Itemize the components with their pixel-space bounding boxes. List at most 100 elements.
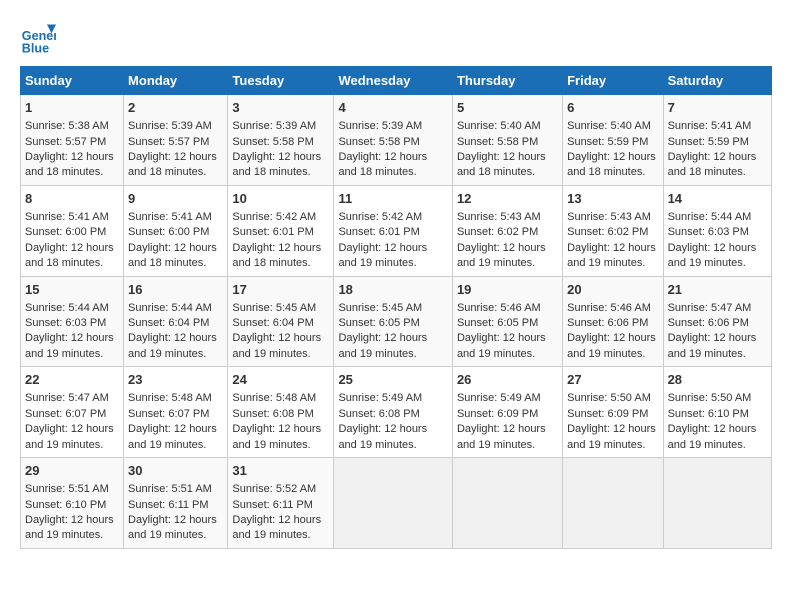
day-number: 8 [25,190,119,208]
sunrise-label: Sunrise: 5:42 AM [338,211,422,223]
sunrise-label: Sunrise: 5:48 AM [232,392,316,404]
calendar-cell: 20 Sunrise: 5:46 AM Sunset: 6:06 PM Dayligh… [563,276,663,367]
logo-icon: General Blue [20,20,56,56]
day-number: 16 [128,281,223,299]
calendar-cell: 2Sunrise: 5:39 AMSunset: 5:57 PMDaylight… [124,95,228,186]
sunset-label: Sunset: 5:58 PM [457,136,538,148]
calendar-cell: 8 Sunrise: 5:41 AM Sunset: 6:00 PM Daylight… [21,185,124,276]
day-number: 25 [338,371,448,389]
day-number: 17 [232,281,329,299]
sunset-label: Sunset: 6:09 PM [457,408,538,420]
day-header-wednesday: Wednesday [334,67,453,95]
sunrise-label: Sunrise: 5:50 AM [567,392,651,404]
sunrise-label: Sunrise: 5:51 AM [25,483,109,495]
day-number: 24 [232,371,329,389]
sunrise-label: Sunrise: 5:41 AM [25,211,109,223]
calendar-cell: 15 Sunrise: 5:44 AM Sunset: 6:03 PM Dayligh… [21,276,124,367]
daylight-label: Daylight: 12 hours and 19 minutes. [25,423,114,450]
day-number: 15 [25,281,119,299]
day-number: 2 [128,99,223,117]
calendar-cell: 17Sunrise: 5:45 AMSunset: 6:04 PMDayligh… [228,276,334,367]
sunset-label: Sunset: 5:59 PM [567,136,648,148]
day-number: 3 [232,99,329,117]
sunrise-label: Sunrise: 5:39 AM [128,120,212,132]
daylight-label: Daylight: 12 hours and 19 minutes. [338,242,427,269]
calendar-cell: 24Sunrise: 5:48 AMSunset: 6:08 PMDayligh… [228,367,334,458]
calendar-cell: 30Sunrise: 5:51 AMSunset: 6:11 PMDayligh… [124,458,228,549]
sunset-label: Sunset: 6:07 PM [128,408,209,420]
day-number: 12 [457,190,558,208]
daylight-label: Daylight: 12 hours and 19 minutes. [338,332,427,359]
calendar-cell: 11Sunrise: 5:42 AMSunset: 6:01 PMDayligh… [334,185,453,276]
sunset-label: Sunset: 6:10 PM [668,408,749,420]
sunset-label: Sunset: 6:03 PM [668,226,749,238]
calendar-cell: 22Sunrise: 5:47 AMSunset: 6:07 PMDayligh… [21,367,124,458]
sunrise-label: Sunrise: 5:44 AM [25,302,109,314]
calendar-cell: 12Sunrise: 5:43 AMSunset: 6:02 PMDayligh… [452,185,562,276]
sunrise-label: Sunrise: 5:46 AM [567,302,651,314]
sunset-label: Sunset: 6:03 PM [25,317,106,329]
sunrise-label: Sunrise: 5:39 AM [232,120,316,132]
sunset-label: Sunset: 6:04 PM [128,317,209,329]
daylight-label: Daylight: 12 hours and 18 minutes. [128,242,217,269]
calendar-cell: 6Sunrise: 5:40 AMSunset: 5:59 PMDaylight… [563,95,663,186]
daylight-label: Daylight: 12 hours and 18 minutes. [128,151,217,178]
sunset-label: Sunset: 6:09 PM [567,408,648,420]
sunset-label: Sunset: 6:05 PM [338,317,419,329]
sunset-label: Sunset: 6:10 PM [25,499,106,511]
day-number: 30 [128,462,223,480]
day-number: 7 [668,99,767,117]
sunrise-label: Sunrise: 5:51 AM [128,483,212,495]
sunrise-label: Sunrise: 5:40 AM [457,120,541,132]
calendar-cell: 23Sunrise: 5:48 AMSunset: 6:07 PMDayligh… [124,367,228,458]
daylight-label: Daylight: 12 hours and 19 minutes. [25,332,114,359]
day-number: 20 [567,281,658,299]
sunset-label: Sunset: 5:59 PM [668,136,749,148]
calendar-cell: 1Sunrise: 5:38 AMSunset: 5:57 PMDaylight… [21,95,124,186]
calendar-cell: 28Sunrise: 5:50 AMSunset: 6:10 PMDayligh… [663,367,771,458]
daylight-label: Daylight: 12 hours and 19 minutes. [668,242,757,269]
day-number: 28 [668,371,767,389]
day-number: 6 [567,99,658,117]
sunset-label: Sunset: 6:01 PM [338,226,419,238]
sunset-label: Sunset: 6:08 PM [338,408,419,420]
calendar-cell: 7 Sunrise: 5:41 AM Sunset: 5:59 PM Daylight… [663,95,771,186]
sunset-label: Sunset: 6:11 PM [232,499,313,511]
daylight-label: Daylight: 12 hours and 19 minutes. [457,332,546,359]
calendar-cell: 18Sunrise: 5:45 AMSunset: 6:05 PMDayligh… [334,276,453,367]
sunrise-label: Sunrise: 5:47 AM [25,392,109,404]
daylight-label: Daylight: 12 hours and 19 minutes. [25,514,114,541]
calendar-week-5: 29Sunrise: 5:51 AMSunset: 6:10 PMDayligh… [21,458,772,549]
daylight-label: Daylight: 12 hours and 19 minutes. [232,332,321,359]
calendar-cell: 13Sunrise: 5:43 AMSunset: 6:02 PMDayligh… [563,185,663,276]
daylight-label: Daylight: 12 hours and 19 minutes. [232,423,321,450]
daylight-label: Daylight: 12 hours and 18 minutes. [232,242,321,269]
day-number: 9 [128,190,223,208]
calendar-cell: 31Sunrise: 5:52 AMSunset: 6:11 PMDayligh… [228,458,334,549]
sunset-label: Sunset: 6:06 PM [567,317,648,329]
calendar-cell [334,458,453,549]
calendar-cell: 16Sunrise: 5:44 AMSunset: 6:04 PMDayligh… [124,276,228,367]
calendar-cell: 21Sunrise: 5:47 AMSunset: 6:06 PMDayligh… [663,276,771,367]
sunset-label: Sunset: 6:00 PM [128,226,209,238]
sunrise-label: Sunrise: 5:49 AM [457,392,541,404]
sunset-label: Sunset: 6:00 PM [25,226,106,238]
daylight-label: Daylight: 12 hours and 18 minutes. [668,151,757,178]
page-header: General Blue [20,20,772,56]
calendar-cell: 14Sunrise: 5:44 AMSunset: 6:03 PMDayligh… [663,185,771,276]
sunset-label: Sunset: 6:06 PM [668,317,749,329]
calendar-cell: 26Sunrise: 5:49 AMSunset: 6:09 PMDayligh… [452,367,562,458]
daylight-label: Daylight: 12 hours and 19 minutes. [567,423,656,450]
sunrise-label: Sunrise: 5:41 AM [668,120,752,132]
sunset-label: Sunset: 5:58 PM [232,136,313,148]
daylight-label: Daylight: 12 hours and 18 minutes. [338,151,427,178]
day-number: 19 [457,281,558,299]
daylight-label: Daylight: 12 hours and 18 minutes. [25,242,114,269]
day-header-thursday: Thursday [452,67,562,95]
sunrise-label: Sunrise: 5:50 AM [668,392,752,404]
calendar-cell: 25Sunrise: 5:49 AMSunset: 6:08 PMDayligh… [334,367,453,458]
calendar-cell: 4Sunrise: 5:39 AMSunset: 5:58 PMDaylight… [334,95,453,186]
daylight-label: Daylight: 12 hours and 18 minutes. [567,151,656,178]
daylight-label: Daylight: 12 hours and 19 minutes. [567,242,656,269]
daylight-label: Daylight: 12 hours and 19 minutes. [567,332,656,359]
